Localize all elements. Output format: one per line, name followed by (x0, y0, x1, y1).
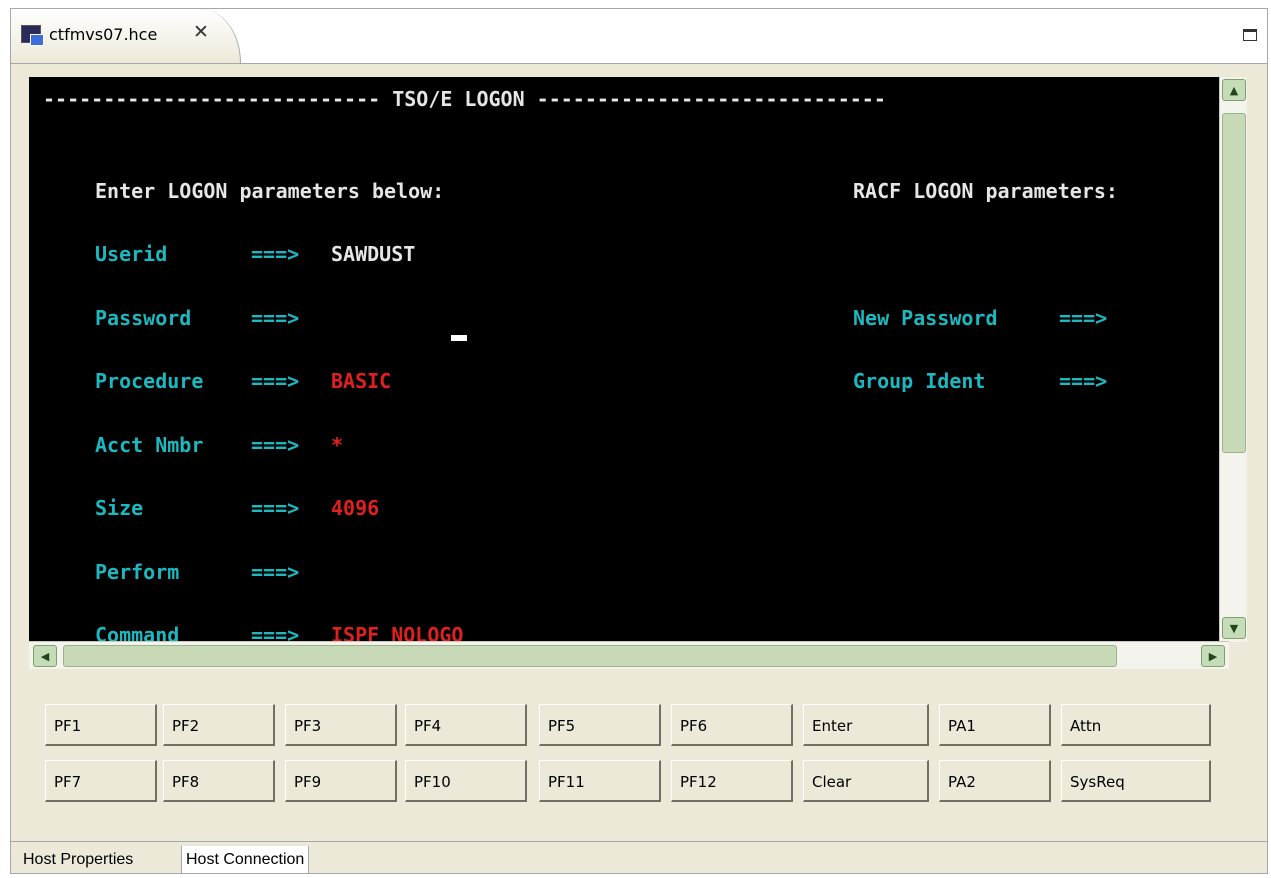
perform-label: Perform (95, 560, 180, 584)
pf4-button[interactable]: PF4 (405, 704, 527, 746)
maximize-icon[interactable] (1243, 29, 1257, 41)
userid-label: Userid (95, 242, 168, 266)
pf10-button[interactable]: PF10 (405, 760, 527, 802)
procedure-field[interactable]: BASIC (331, 369, 391, 393)
pf8-button[interactable]: PF8 (163, 760, 275, 802)
size-field[interactable]: 4096 (331, 496, 379, 520)
pf9-button[interactable]: PF9 (285, 760, 397, 802)
userid-field[interactable]: SAWDUST (331, 242, 415, 266)
tab-host-properties[interactable]: Host Properties (19, 846, 137, 874)
editor-window: ctfmvs07.hce ✕ -------------------------… (10, 8, 1268, 874)
group-ident-label: Group Ident (853, 369, 986, 393)
logon-header: ---------------------------- TSO/E LOGON… (43, 87, 886, 111)
vertical-scrollbar[interactable]: ▲ ▼ (1219, 77, 1247, 642)
pf2-button[interactable]: PF2 (163, 704, 275, 746)
new-password-field[interactable]: ===> (1059, 306, 1107, 330)
editor-tab-title: ctfmvs07.hce (49, 25, 158, 44)
attn-button[interactable]: Attn (1061, 704, 1211, 746)
horizontal-scrollbar[interactable]: ◀ ▶ (29, 641, 1229, 669)
pf1-button[interactable]: PF1 (45, 704, 157, 746)
pa2-button[interactable]: PA2 (939, 760, 1051, 802)
editor-tabbar: ctfmvs07.hce ✕ (11, 9, 1267, 64)
scroll-up-icon[interactable]: ▲ (1222, 79, 1246, 101)
racf-title: RACF LOGON parameters: (853, 179, 1118, 203)
scroll-left-icon[interactable]: ◀ (33, 645, 57, 667)
group-ident-field[interactable]: ===> (1059, 369, 1107, 393)
perform-arrow: ===> (251, 560, 300, 584)
userid-arrow: ===> (251, 242, 300, 266)
pf7-button[interactable]: PF7 (45, 760, 157, 802)
pf5-button[interactable]: PF5 (539, 704, 661, 746)
acct-nmbr-arrow: ===> (251, 433, 300, 457)
host-connection-icon (21, 25, 44, 46)
procedure-arrow: ===> (251, 369, 300, 393)
text-cursor (451, 335, 467, 341)
pf11-button[interactable]: PF11 (539, 760, 661, 802)
password-label: Password (95, 306, 192, 330)
enter-button[interactable]: Enter (803, 704, 929, 746)
scroll-right-icon[interactable]: ▶ (1201, 645, 1225, 667)
clear-button[interactable]: Clear (803, 760, 929, 802)
terminal-screen[interactable]: ---------------------------- TSO/E LOGON… (29, 77, 1229, 655)
horizontal-scroll-thumb[interactable] (63, 645, 1117, 667)
tab-host-connection[interactable]: Host Connection (181, 846, 310, 874)
pf3-button[interactable]: PF3 (285, 704, 397, 746)
acct-nmbr-label: Acct Nmbr (95, 433, 204, 457)
vertical-scroll-thumb[interactable] (1222, 113, 1246, 453)
procedure-label: Procedure (95, 369, 204, 393)
pf12-button[interactable]: PF12 (671, 760, 793, 802)
bottom-tab-bar: Host Properties Host Connection (11, 841, 1267, 875)
close-icon[interactable]: ✕ (193, 21, 209, 43)
scroll-down-icon[interactable]: ▼ (1222, 617, 1246, 639)
new-password-label: New Password (853, 306, 998, 330)
size-arrow: ===> (251, 496, 300, 520)
sysreq-button[interactable]: SysReq (1061, 760, 1211, 802)
password-arrow: ===> (251, 306, 300, 330)
pa1-button[interactable]: PA1 (939, 704, 1051, 746)
acct-nmbr-field[interactable]: * (331, 433, 343, 457)
editor-tab-ctfmvs07[interactable]: ctfmvs07.hce ✕ (11, 9, 241, 63)
size-label: Size (95, 496, 144, 520)
logon-intro: Enter LOGON parameters below: (95, 179, 445, 203)
pf6-button[interactable]: PF6 (671, 704, 793, 746)
